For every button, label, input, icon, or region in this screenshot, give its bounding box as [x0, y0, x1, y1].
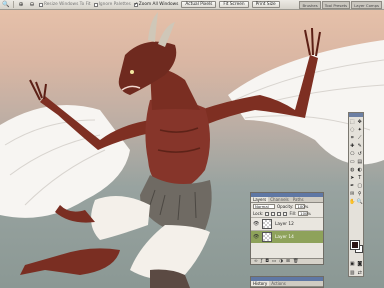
- layer-row[interactable]: 👁 Layer 12: [251, 217, 323, 230]
- screen-mode-icon[interactable]: ▥: [349, 269, 356, 276]
- crop-tool-icon[interactable]: ⌗: [349, 134, 356, 141]
- path-selection-icon[interactable]: ➤: [349, 174, 356, 181]
- history-panel-tabs: History Actions: [251, 281, 323, 287]
- palette-well: Brushes Tool Presets Layer Comps: [299, 1, 382, 9]
- hand-tool-icon[interactable]: ✋: [349, 198, 356, 205]
- brushes-tab[interactable]: Brushes: [299, 1, 321, 9]
- zoom-all-windows-checkbox[interactable]: Zoom All Windows: [133, 2, 179, 7]
- fill-field[interactable]: 100%: [298, 211, 311, 216]
- lock-image-button[interactable]: [271, 211, 276, 216]
- dodge-tool-icon[interactable]: ◐: [357, 166, 364, 173]
- zoom-tool-icon[interactable]: 🔍: [2, 1, 10, 8]
- layer-row-selected[interactable]: 👁 Layer 14: [251, 230, 323, 243]
- blur-tool-icon[interactable]: ◍: [349, 166, 356, 173]
- checkbox-box: [133, 2, 138, 7]
- layers-panel-footer: ∞ ƒ ◘ ▭ ◑ ⊞ 🗑: [251, 258, 323, 264]
- resize-windows-checkbox[interactable]: Resize Windows To Fit: [39, 2, 91, 7]
- slice-tool-icon[interactable]: ⟋: [357, 134, 364, 141]
- notes-tool-icon[interactable]: ✉: [349, 190, 356, 197]
- link-layers-icon[interactable]: ∞: [254, 259, 258, 264]
- checkbox-label: Ignore Palettes: [98, 2, 131, 7]
- tab-paths[interactable]: Paths: [291, 197, 306, 202]
- opacity-label: Opacity:: [277, 204, 294, 209]
- zoom-tool-box-icon[interactable]: 🔍: [357, 198, 364, 205]
- layer-thumbnail: [262, 232, 272, 242]
- tool-options-bar: 🔍 ⊕ ⊖ Resize Windows To Fit Ignore Palet…: [0, 0, 384, 10]
- new-group-icon[interactable]: ▭: [272, 259, 276, 264]
- options-separator: [13, 1, 14, 8]
- lock-fill-row: Lock: Fill: 100%: [251, 210, 323, 217]
- checkbox-box: [93, 2, 98, 7]
- quick-mask-icon[interactable]: ◙: [357, 260, 364, 267]
- document-canvas[interactable]: [0, 0, 384, 288]
- foreground-color-swatch[interactable]: [350, 240, 360, 250]
- blend-opacity-row: Normal Opacity: 100%: [251, 203, 323, 210]
- toolbox-panel: ⬚ ✥ ◌ ✦ ⌗ ⟋ ✚ ✎ ⎔ ↺ ▭ ▤ ◍ ◐ ➤ T ✒ ▢ ✉ ⚲ ✋ 🔍 ▣ ◙ ▥ ⇄: [348, 112, 364, 277]
- new-layer-icon[interactable]: ⊞: [286, 259, 290, 264]
- tool-presets-tab[interactable]: Tool Presets: [321, 1, 351, 9]
- opacity-field[interactable]: 100%: [295, 204, 308, 209]
- checkbox-label: Resize Windows To Fit: [44, 2, 91, 7]
- artwork-dragon-figure: [0, 12, 384, 288]
- history-panel: History Actions: [250, 276, 324, 288]
- move-tool-icon[interactable]: ✥: [357, 118, 364, 125]
- layer-name: Layer 12: [275, 221, 294, 227]
- layers-panel: Layers Channels Paths Normal Opacity: 10…: [250, 192, 324, 265]
- layer-comps-tab[interactable]: Layer Comps: [351, 1, 382, 9]
- clone-stamp-icon[interactable]: ⎔: [349, 150, 356, 157]
- jump-to-imageready-icon[interactable]: ⇄: [357, 269, 364, 276]
- zoom-in-icon[interactable]: ⊕: [17, 1, 25, 8]
- delete-layer-icon[interactable]: 🗑: [293, 259, 299, 264]
- layer-thumbnail: [262, 219, 272, 229]
- lock-position-button[interactable]: [277, 211, 282, 216]
- marquee-tool-icon[interactable]: ⬚: [349, 118, 356, 125]
- standard-mode-icon[interactable]: ▣: [349, 260, 356, 267]
- checkbox-box: [39, 2, 43, 7]
- tab-history[interactable]: History: [251, 281, 270, 286]
- healing-brush-icon[interactable]: ✚: [349, 142, 356, 149]
- blend-mode-select[interactable]: Normal: [253, 204, 275, 209]
- layer-style-icon[interactable]: ƒ: [261, 259, 263, 264]
- lock-all-button[interactable]: [283, 211, 288, 216]
- visibility-eye-icon[interactable]: 👁: [253, 234, 259, 240]
- fill-label: Fill:: [289, 211, 297, 216]
- pen-tool-icon[interactable]: ✒: [349, 182, 356, 189]
- tab-channels[interactable]: Channels: [268, 197, 291, 202]
- fit-screen-button[interactable]: Fit Screen: [219, 1, 249, 8]
- tab-actions[interactable]: Actions: [269, 281, 288, 286]
- layer-name: Layer 14: [275, 234, 294, 240]
- lock-transparency-button[interactable]: [265, 211, 270, 216]
- type-tool-icon[interactable]: T: [357, 174, 364, 181]
- gradient-tool-icon[interactable]: ▤: [357, 158, 364, 165]
- history-brush-icon[interactable]: ↺: [357, 150, 364, 157]
- eyedropper-icon[interactable]: ⚲: [357, 190, 364, 197]
- lasso-tool-icon[interactable]: ◌: [349, 126, 356, 133]
- ignore-palettes-checkbox[interactable]: Ignore Palettes: [93, 2, 131, 7]
- eraser-tool-icon[interactable]: ▭: [349, 158, 356, 165]
- adjustment-layer-icon[interactable]: ◑: [279, 259, 283, 264]
- zoom-out-icon[interactable]: ⊖: [28, 1, 36, 8]
- shape-tool-icon[interactable]: ▢: [357, 182, 364, 189]
- lock-label: Lock:: [253, 211, 264, 216]
- toolbox-titlebar[interactable]: [349, 113, 363, 117]
- actual-pixels-button[interactable]: Actual Pixels: [181, 1, 217, 8]
- tab-layers[interactable]: Layers: [251, 197, 269, 202]
- visibility-eye-icon[interactable]: 👁: [253, 221, 259, 227]
- brush-tool-icon[interactable]: ✎: [357, 142, 364, 149]
- add-mask-icon[interactable]: ◘: [265, 259, 269, 264]
- checkbox-label: Zoom All Windows: [138, 2, 179, 7]
- print-size-button[interactable]: Print Size: [251, 1, 280, 8]
- magic-wand-icon[interactable]: ✦: [357, 126, 364, 133]
